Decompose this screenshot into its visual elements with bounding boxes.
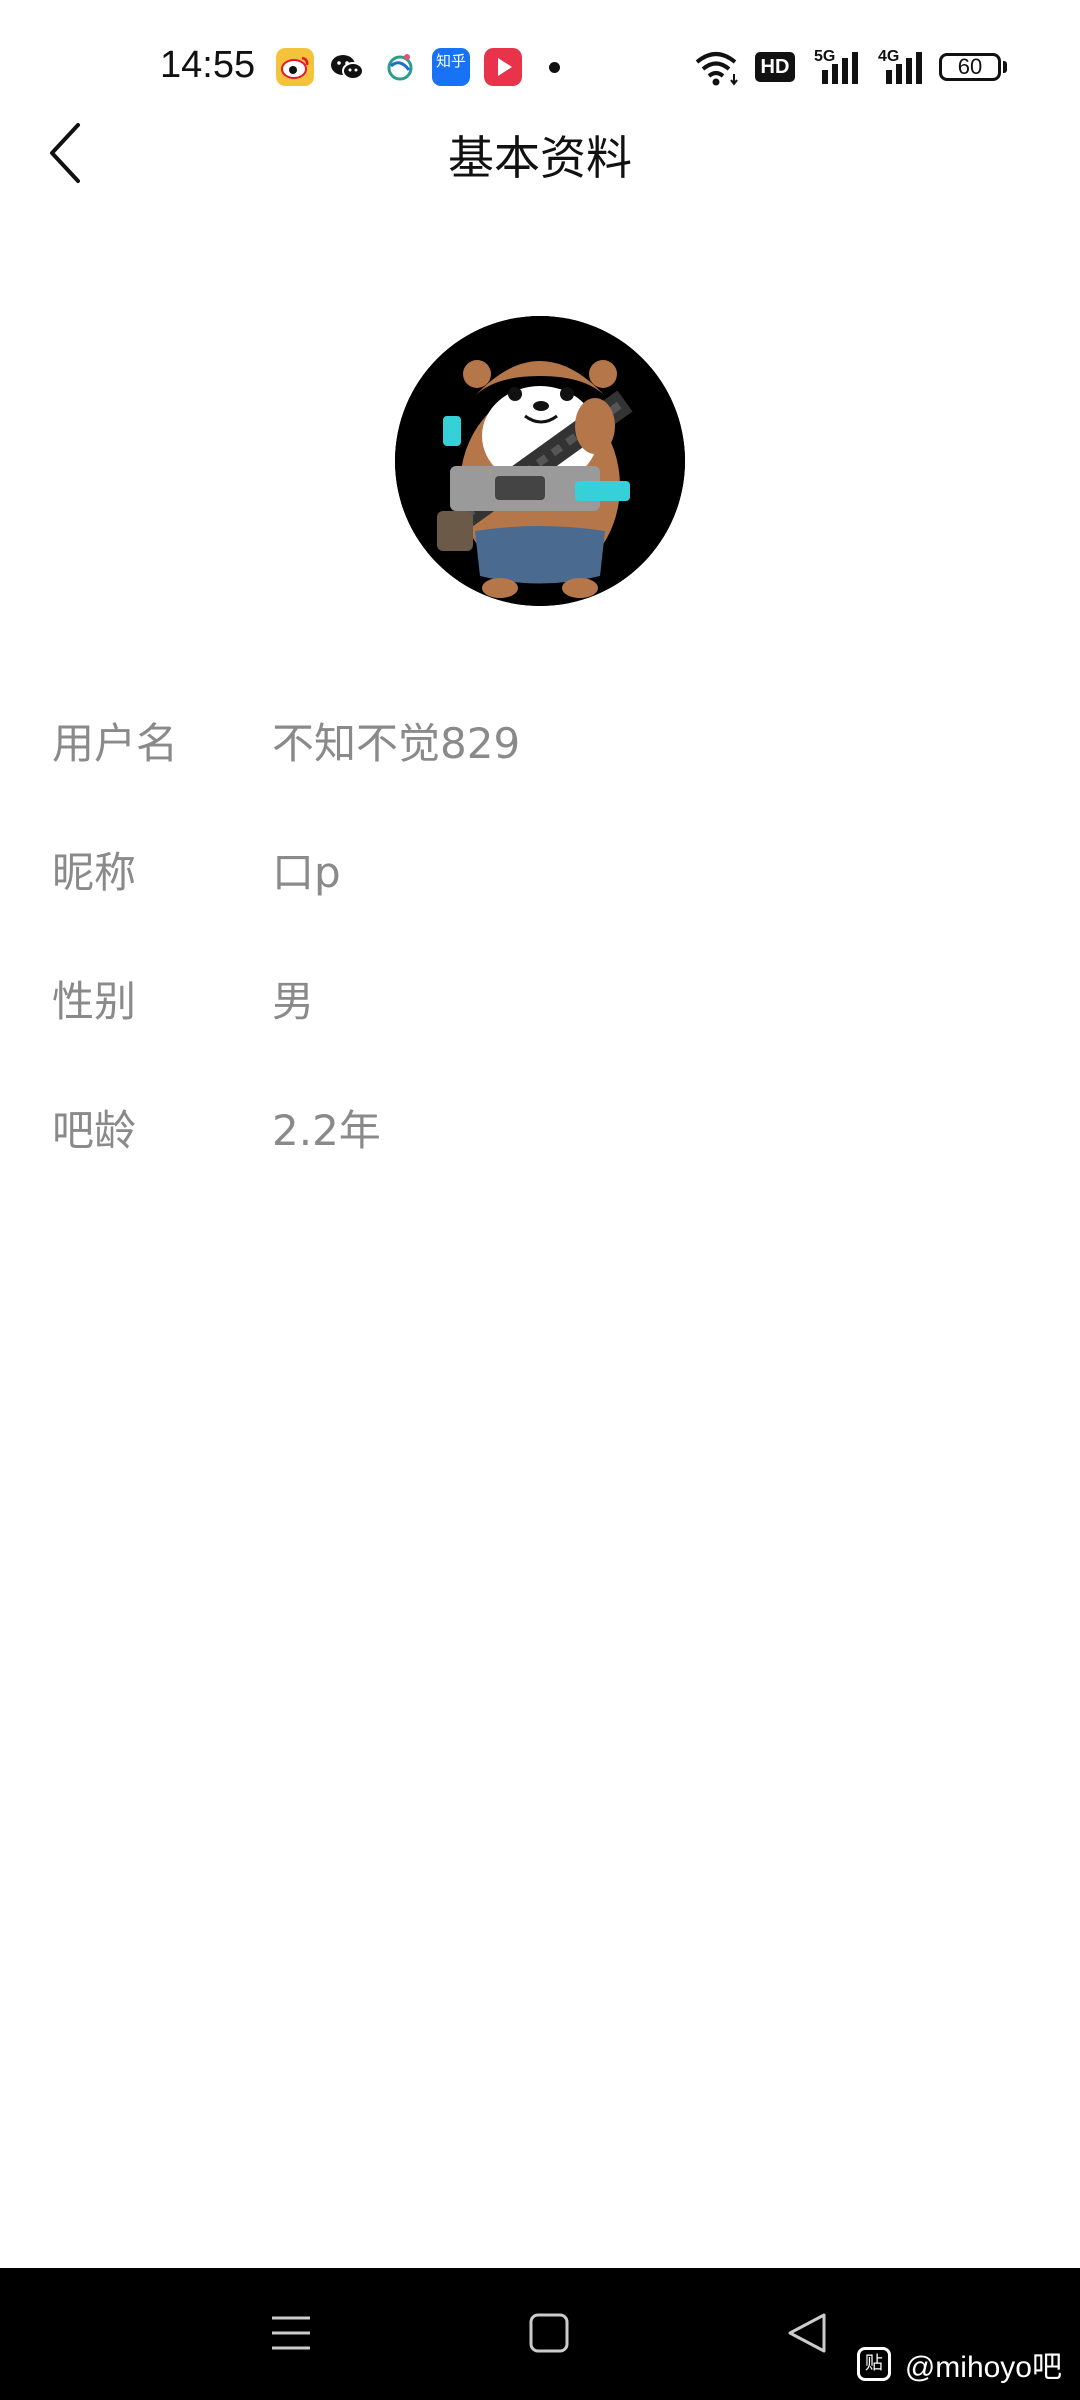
nav-back-button[interactable]: [772, 2298, 842, 2368]
profile-screen: 14:55 知乎 HD 5G 4G 60 基本资料 用户名 不知不觉829 昵称…: [0, 0, 1080, 2400]
back-triangle-icon: [788, 2313, 826, 2353]
watermark-text: @mihoyo吧: [904, 2351, 1062, 2384]
signal-4g-icon: [886, 52, 922, 84]
battery-tip: [1003, 61, 1007, 73]
menu-icon: [272, 2316, 310, 2350]
zhihu-label: 知乎: [435, 52, 466, 70]
info-row-nickname: 昵称 口p: [0, 809, 1080, 919]
avatar[interactable]: [395, 316, 685, 606]
gender-value: 男: [272, 977, 315, 1026]
info-row-username: 用户名 不知不觉829: [0, 680, 1080, 790]
weibo-icon: [276, 48, 314, 86]
signal-5g-icon: [822, 52, 858, 84]
username-value: 不知不觉829: [272, 719, 521, 768]
forum-age-label: 吧龄: [52, 1106, 137, 1155]
info-row-gender: 性别 男: [0, 938, 1080, 1048]
home-square-icon: [529, 2313, 569, 2353]
china-mobile-icon: [387, 54, 413, 81]
zhihu-icon: 知乎: [432, 48, 470, 86]
status-time: 14:55: [160, 44, 256, 86]
forum-age-value: 2.2年: [272, 1106, 381, 1155]
wifi-icon: [695, 52, 738, 86]
watermark: 贴 @mihoyo吧: [856, 2344, 1062, 2384]
nickname-label: 昵称: [52, 848, 137, 897]
info-row-forum-age: 吧龄 2.2年: [0, 1067, 1080, 1177]
page-title: 基本资料: [448, 131, 632, 185]
nav-menu-button[interactable]: [256, 2298, 326, 2368]
gender-label: 性别: [52, 977, 137, 1026]
hd-badge: HD: [755, 52, 795, 82]
battery-indicator: 60: [939, 53, 1001, 81]
nav-home-button[interactable]: [514, 2298, 584, 2368]
system-nav-bar: 贴 @mihoyo吧: [0, 2268, 1080, 2400]
otter-avatar: [395, 316, 685, 606]
wechat-icon: [331, 55, 364, 80]
username-label: 用户名: [52, 719, 179, 768]
video-app-icon: [484, 48, 522, 86]
tieba-logo: 贴: [856, 2347, 891, 2381]
notification-dot: [549, 62, 560, 73]
status-bar: 14:55 知乎 HD 5G 4G 60: [0, 0, 1080, 120]
nickname-value: 口p: [272, 848, 341, 897]
